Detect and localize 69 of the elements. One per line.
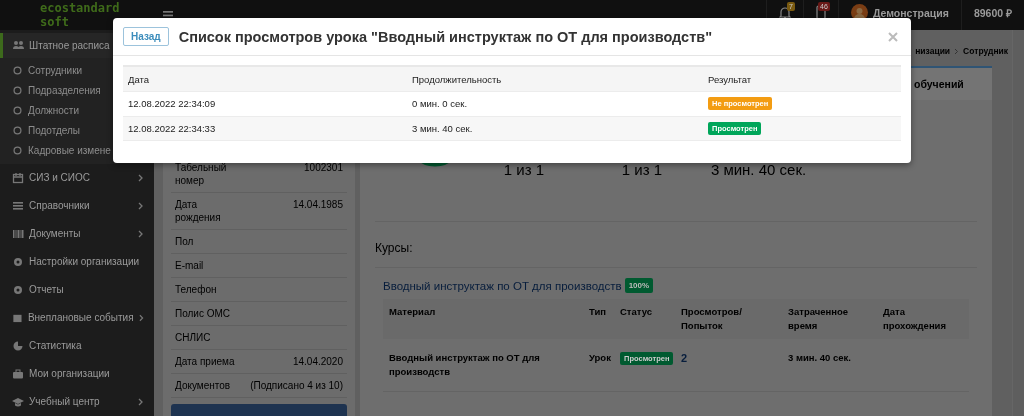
column-header: Тип <box>583 299 614 339</box>
field-label: Полис ОМС <box>175 307 231 320</box>
stat-value: 3 мин. 40 сек. <box>709 160 808 179</box>
sidebar-item[interactable]: СИЗ и СИОС <box>0 163 154 192</box>
column-header: Статус <box>614 299 675 339</box>
chevron-icon <box>138 313 144 322</box>
field-label: Документов <box>175 379 231 392</box>
table-cell: Урок <box>583 339 614 392</box>
back-button[interactable]: Назад <box>123 27 169 46</box>
circle-icon <box>13 146 22 156</box>
chevron-icon <box>138 201 144 210</box>
briefcase-icon <box>12 367 24 380</box>
progress-badge: 100% <box>624 278 654 293</box>
chevron-icon <box>954 47 960 55</box>
users-icon <box>12 39 24 52</box>
column-header: Затраченное время <box>782 299 877 339</box>
sidebar-item[interactable]: Документы <box>0 219 154 248</box>
course-link[interactable]: Вводный инструктаж по ОТ для производств <box>383 279 622 292</box>
table-cell: 3 мин. 40 сек. <box>407 116 703 141</box>
circle-icon <box>13 106 22 116</box>
barcode-icon <box>12 227 24 240</box>
field-value: 1002301 <box>304 161 343 175</box>
user-name[interactable]: Демонстрация <box>872 6 949 19</box>
breadcrumb-item: Сотрудник <box>963 46 1008 56</box>
field-label: Пол <box>175 235 194 248</box>
sidebar-item[interactable]: Справочники <box>0 191 154 220</box>
circle-icon <box>13 86 22 96</box>
column-header: Результат <box>703 67 901 92</box>
sidebar-item[interactable]: Настройки организации <box>0 247 154 276</box>
column-header: Материал <box>383 299 583 339</box>
table-cell: 12.08.2022 22:34:33 <box>123 116 407 141</box>
circle-icon <box>13 66 22 76</box>
sidebar-item[interactable]: Отчеты <box>0 275 154 304</box>
breadcrumb-item[interactable]: низации <box>915 46 951 56</box>
column-header: Дата <box>123 67 407 92</box>
stat-value: 1 из 1 <box>620 160 664 179</box>
sidebar-item[interactable]: Учебный центр <box>0 387 154 416</box>
balance: 89600 ₽ <box>973 5 1012 20</box>
field-label: Табельный номер <box>175 161 228 187</box>
sidebar-item[interactable]: Внеплановые события <box>0 303 154 332</box>
sidebar-item[interactable]: Мои организации <box>0 359 154 388</box>
column-header: Продолжительность <box>407 67 703 92</box>
stat-value: 1 из 1 <box>502 160 546 179</box>
field-value: (Подписано 4 из 10) <box>250 379 343 392</box>
section-heading: Курсы: <box>375 222 977 268</box>
field-label: Дата приема <box>175 355 235 368</box>
chevron-icon <box>138 397 144 406</box>
field-label: Телефон <box>175 283 217 296</box>
chevron-icon <box>138 173 144 182</box>
column-header: Дата прохождения <box>877 299 969 339</box>
field-label: СНЛИС <box>175 331 211 344</box>
sidebar-subitem[interactable]: Кадровые измене <box>0 140 154 161</box>
graduation-cap-icon <box>12 395 24 408</box>
circle-icon <box>13 126 22 136</box>
chevron-icon <box>138 229 144 238</box>
field-value: 14.04.2020 <box>292 355 343 368</box>
logo[interactable]: ecostandard soft <box>40 1 120 29</box>
column-header: Просмотров/ Попыток <box>675 299 782 339</box>
pie-chart-icon <box>12 339 24 352</box>
table-cell: 3 мин. 40 сек. <box>782 339 877 392</box>
field-label: E-mail <box>175 259 204 272</box>
bell-icon[interactable] <box>778 5 791 20</box>
field-value: 14.04.1985 <box>292 198 343 212</box>
dialog-title: Список просмотров урока "Вводный инструктаж по ОТ для производств" <box>178 28 713 45</box>
list-icon <box>12 199 24 212</box>
table-cell: Вводный инструктаж по ОТ для производств <box>383 339 583 392</box>
sidebar-item[interactable]: Статистика <box>0 331 154 360</box>
field-label: Дата рождения <box>175 198 222 224</box>
views-link[interactable]: 2 <box>681 352 688 364</box>
